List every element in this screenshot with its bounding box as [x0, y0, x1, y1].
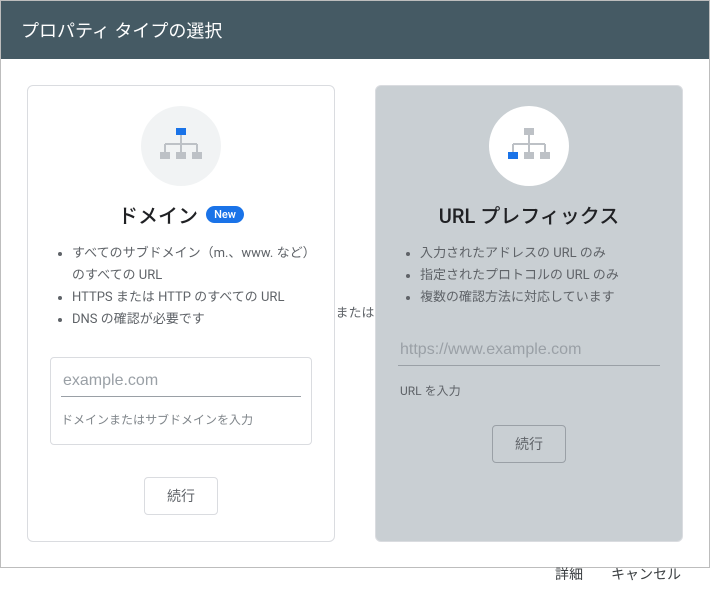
content-area: ドメイン New すべてのサブドメイン（m.、www. など）のすべての URL… [1, 59, 709, 552]
dialog-header: プロパティ タイプの選択 [1, 1, 709, 59]
details-link[interactable]: 詳細 [555, 564, 583, 584]
list-item: すべてのサブドメイン（m.、www. など）のすべての URL [72, 243, 312, 287]
url-prefix-title-row: URL プレフィックス [439, 200, 619, 229]
or-separator: または [335, 85, 375, 542]
domain-title: ドメイン [118, 200, 198, 229]
new-badge: New [206, 206, 244, 223]
list-item: 複数の確認方法に対応しています [420, 287, 660, 309]
list-item: DNS の確認が必要です [72, 309, 312, 331]
list-item: 入力されたアドレスの URL のみ [420, 243, 660, 265]
url-prefix-title: URL プレフィックス [439, 200, 619, 229]
url-prefix-input[interactable] [398, 335, 660, 366]
url-prefix-sitemap-icon [489, 106, 569, 186]
property-type-url-prefix-card[interactable]: URL プレフィックス 入力されたアドレスの URL のみ 指定されたプロトコル… [375, 85, 683, 542]
domain-features-list: すべてのサブドメイン（m.、www. など）のすべての URL HTTPS また… [50, 243, 312, 331]
dialog-footer: 詳細 キャンセル [1, 552, 709, 596]
domain-input-helper: ドメインまたはサブドメインを入力 [61, 411, 301, 428]
dialog-title: プロパティ タイプの選択 [21, 21, 222, 42]
domain-input[interactable] [61, 366, 301, 397]
url-prefix-features-list: 入力されたアドレスの URL のみ 指定されたプロトコルの URL のみ 複数の… [398, 243, 660, 309]
list-item: 指定されたプロトコルの URL のみ [420, 265, 660, 287]
domain-title-row: ドメイン New [118, 200, 244, 229]
list-item: HTTPS または HTTP のすべての URL [72, 287, 312, 309]
cancel-button[interactable]: キャンセル [611, 564, 681, 584]
domain-sitemap-icon [141, 106, 221, 186]
url-prefix-continue-button[interactable]: 続行 [492, 425, 566, 463]
property-type-domain-card[interactable]: ドメイン New すべてのサブドメイン（m.、www. など）のすべての URL… [27, 85, 335, 542]
url-prefix-input-helper: URL を入力 [398, 382, 660, 399]
url-prefix-input-container [398, 335, 660, 366]
domain-continue-button[interactable]: 続行 [144, 477, 218, 515]
domain-input-container: ドメインまたはサブドメインを入力 [50, 357, 312, 445]
